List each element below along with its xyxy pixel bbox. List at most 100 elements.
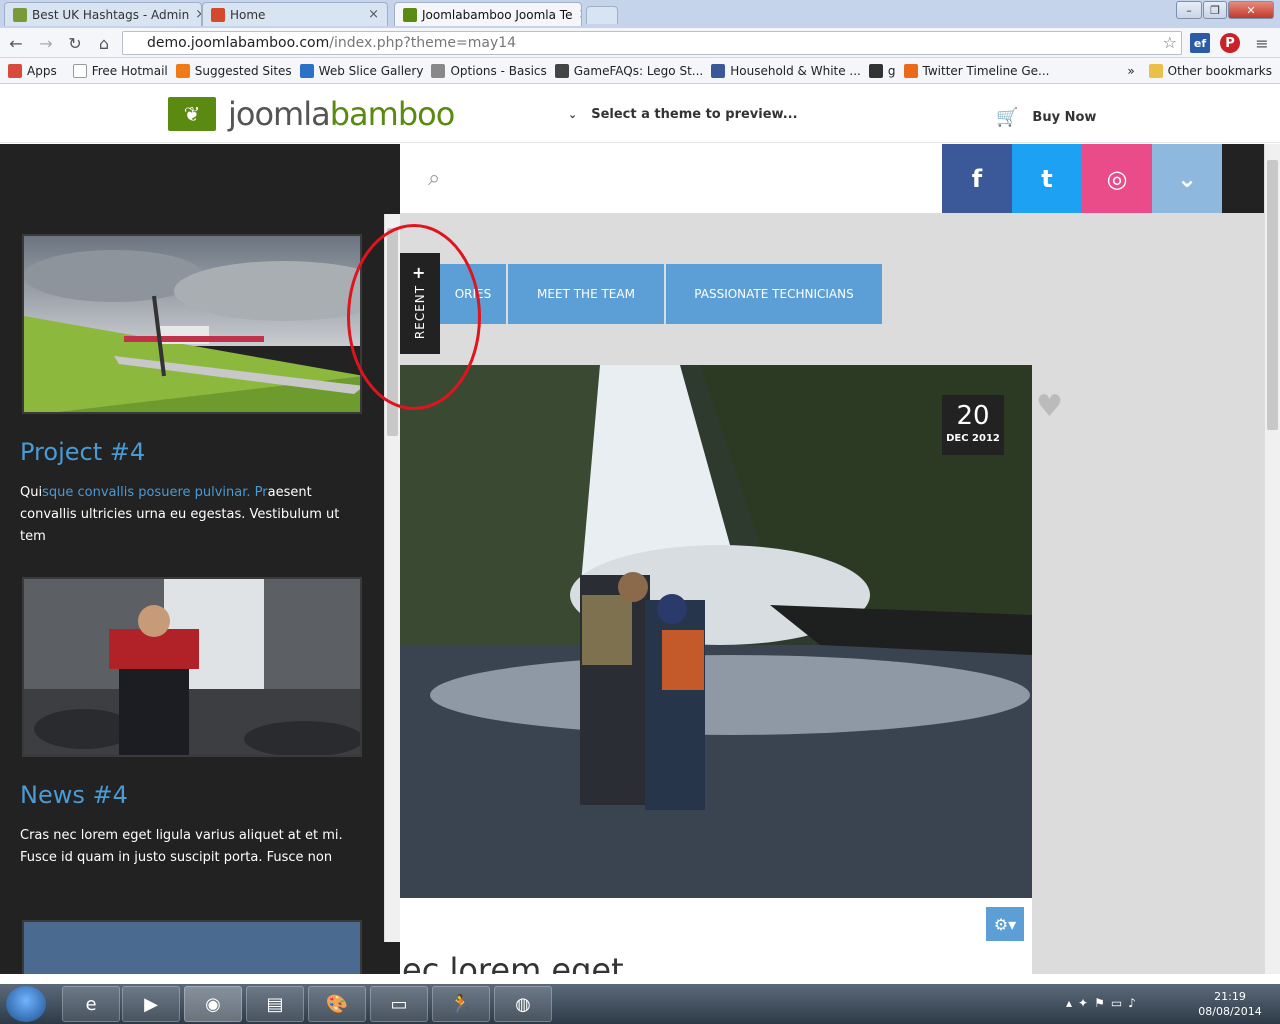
buy-now-label: Buy Now — [1032, 110, 1097, 125]
social-glyph: f — [971, 164, 983, 193]
window-close-icon[interactable]: ✕ — [1228, 1, 1274, 19]
bookmarks-bar: Apps Free Hotmail Suggested Sites Web Sl… — [0, 58, 1280, 84]
excerpt-highlight: sque convallis posuere pulvinar. Pr — [42, 485, 268, 500]
site-header: ❦ joomlabamboo ⌄ Select a theme to previ… — [0, 85, 1280, 143]
gear-icon[interactable]: ⚙▾ — [986, 907, 1024, 941]
pinterest-extension-icon[interactable]: P — [1220, 33, 1240, 53]
bookmark-g[interactable]: g — [868, 63, 896, 78]
forward-icon[interactable]: → — [36, 33, 56, 53]
minimize-icon[interactable]: – — [1176, 1, 1202, 19]
bamboo-logo-icon[interactable]: ❦ — [168, 97, 216, 131]
cart-icon: 🛒 — [996, 107, 1019, 128]
excerpt-part: Qui — [20, 485, 43, 500]
gamefaqs-icon — [554, 63, 569, 78]
taskbar-clock[interactable]: 21:19 08/08/2014 — [1190, 989, 1270, 1019]
url-host: demo.joomlabamboo.com — [147, 35, 330, 51]
page-icon — [72, 63, 87, 78]
bookmark-label: Options - Basics — [450, 63, 547, 78]
tab-passionate-technicians[interactable]: PASSIONATE TECHNICIANS — [666, 264, 882, 324]
windows-start-icon[interactable] — [6, 986, 46, 1022]
browser-tab-hashtags[interactable]: Best UK Hashtags - Admin × — [4, 2, 202, 26]
heart-icon[interactable]: ♥ — [1036, 389, 1063, 424]
theme-selector-label: Select a theme to preview... — [591, 107, 798, 122]
bookmark-star-icon[interactable]: ☆ — [1163, 33, 1177, 52]
tab-title: Best UK Hashtags - Admin — [32, 7, 190, 22]
search-icon[interactable]: ⌕ — [428, 166, 440, 191]
browser-tab-joomlabamboo[interactable]: Joomlabamboo Joomla Te × — [394, 2, 582, 26]
home-icon[interactable]: ⌂ — [94, 33, 114, 53]
google-earth-icon[interactable]: ◍ — [494, 986, 552, 1022]
post-title[interactable]: ec lorem eget — [402, 951, 624, 974]
logo-text-b: bamboo — [329, 95, 456, 133]
date-badge: 20 DEC 2012 — [942, 395, 1004, 455]
overflow-chevron-icon: » — [1127, 63, 1135, 78]
reload-icon[interactable]: ↻ — [65, 33, 85, 53]
extension-ef-icon[interactable]: ef — [1190, 33, 1210, 53]
bookmark-suggested-sites[interactable]: Suggested Sites — [175, 63, 292, 78]
close-tab-icon[interactable]: × — [572, 7, 581, 22]
notes-icon[interactable]: ▭ — [370, 986, 428, 1022]
browser-tab-bar: Best UK Hashtags - Admin × Home × Joomla… — [0, 0, 1280, 28]
card-excerpt: Quisque convallis posuere pulvinar. Prae… — [20, 482, 360, 548]
bookmark-options-basics[interactable]: Options - Basics — [431, 63, 547, 78]
date-day: 20 — [956, 401, 990, 431]
tab-meet-the-team[interactable]: MEET THE TEAM — [508, 264, 664, 324]
twitter-timeline-icon — [903, 63, 918, 78]
news-4-image[interactable] — [22, 577, 362, 757]
close-tab-icon[interactable]: × — [362, 7, 379, 22]
buy-now-button[interactable]: 🛒 Buy Now — [996, 107, 1096, 128]
suggested-sites-icon — [175, 63, 190, 78]
next-card-image[interactable] — [22, 920, 362, 974]
bookmark-apps[interactable]: Apps — [8, 63, 57, 78]
web-slice-icon — [299, 63, 314, 78]
back-icon[interactable]: ← — [6, 33, 26, 53]
runner-app-icon[interactable]: 🏃 — [432, 986, 490, 1022]
system-tray-icons[interactable]: ▴✦⚑▭♪ — [1066, 996, 1142, 1010]
project-4-image[interactable] — [22, 234, 362, 414]
twitter-icon[interactable]: t — [1012, 144, 1082, 213]
site-logo[interactable]: joomlabamboo — [228, 95, 456, 133]
recent-sidebar: Project #4 Quisque convallis posuere pul… — [0, 144, 400, 974]
media-player-icon[interactable]: ▶ — [122, 986, 180, 1022]
maximize-icon[interactable]: ❐ — [1203, 1, 1227, 19]
card-excerpt: Cras nec lorem eget ligula varius alique… — [20, 825, 360, 869]
theme-selector[interactable]: ⌄ Select a theme to preview... — [568, 107, 798, 122]
social-glyph: ◎ — [1106, 164, 1128, 193]
bookmark-twitter-timeline[interactable]: Twitter Timeline Ge... — [903, 63, 1050, 78]
tab-title: Home — [230, 7, 266, 22]
bookmarks-overflow-button[interactable]: » — [1127, 64, 1134, 78]
facebook-icon[interactable]: f — [942, 144, 1012, 213]
social-glyph: t — [1041, 164, 1053, 193]
page-scrollbar[interactable] — [1264, 144, 1280, 974]
tab-title: Joomlabamboo Joomla Te — [422, 7, 573, 22]
close-tab-icon[interactable]: × — [189, 7, 201, 22]
chrome-icon[interactable]: ◉ — [184, 986, 242, 1022]
browser-toolbar: ← → ↻ ⌂ demo.joomlabamboo.com/index.php?… — [0, 28, 1280, 58]
bookmark-web-slice-gallery[interactable]: Web Slice Gallery — [299, 63, 423, 78]
internet-explorer-icon[interactable]: e — [62, 986, 120, 1022]
address-bar[interactable]: demo.joomlabamboo.com/index.php?theme=ma… — [122, 31, 1182, 55]
tab-favicon-icon — [13, 7, 27, 22]
browser-tab-home[interactable]: Home × — [202, 2, 388, 26]
page-scroll-thumb[interactable] — [1267, 160, 1278, 430]
post-card: 20 DEC 2012 ⚙▾ ec lorem eget — [400, 365, 1032, 974]
bookmark-household[interactable]: Household & White ... — [711, 63, 861, 78]
bookmark-label: g — [887, 63, 896, 78]
chevron-down-icon[interactable]: ⌄ — [1152, 144, 1222, 213]
bookmark-gamefaqs[interactable]: GameFAQs: Lego St... — [554, 63, 703, 78]
menu-icon[interactable]: ≡ — [1252, 33, 1272, 53]
bookmark-label: Other bookmarks — [1167, 63, 1272, 78]
clock-date: 08/08/2014 — [1198, 1005, 1262, 1018]
dribbble-icon[interactable]: ◎ — [1082, 144, 1152, 213]
post-image[interactable]: 20 DEC 2012 — [400, 365, 1032, 898]
bookmark-other[interactable]: Other bookmarks — [1148, 63, 1272, 78]
bookmark-free-hotmail[interactable]: Free Hotmail — [72, 63, 168, 78]
new-tab-button[interactable] — [586, 6, 618, 24]
file-explorer-icon[interactable]: ▤ — [246, 986, 304, 1022]
apps-icon — [8, 63, 22, 78]
paint-icon[interactable]: 🎨 — [308, 986, 366, 1022]
date-month: DEC 2012 — [946, 433, 1000, 444]
card-title[interactable]: Project #4 — [20, 438, 145, 466]
chevron-down-icon: ⌄ — [568, 108, 578, 121]
card-title[interactable]: News #4 — [20, 781, 128, 809]
